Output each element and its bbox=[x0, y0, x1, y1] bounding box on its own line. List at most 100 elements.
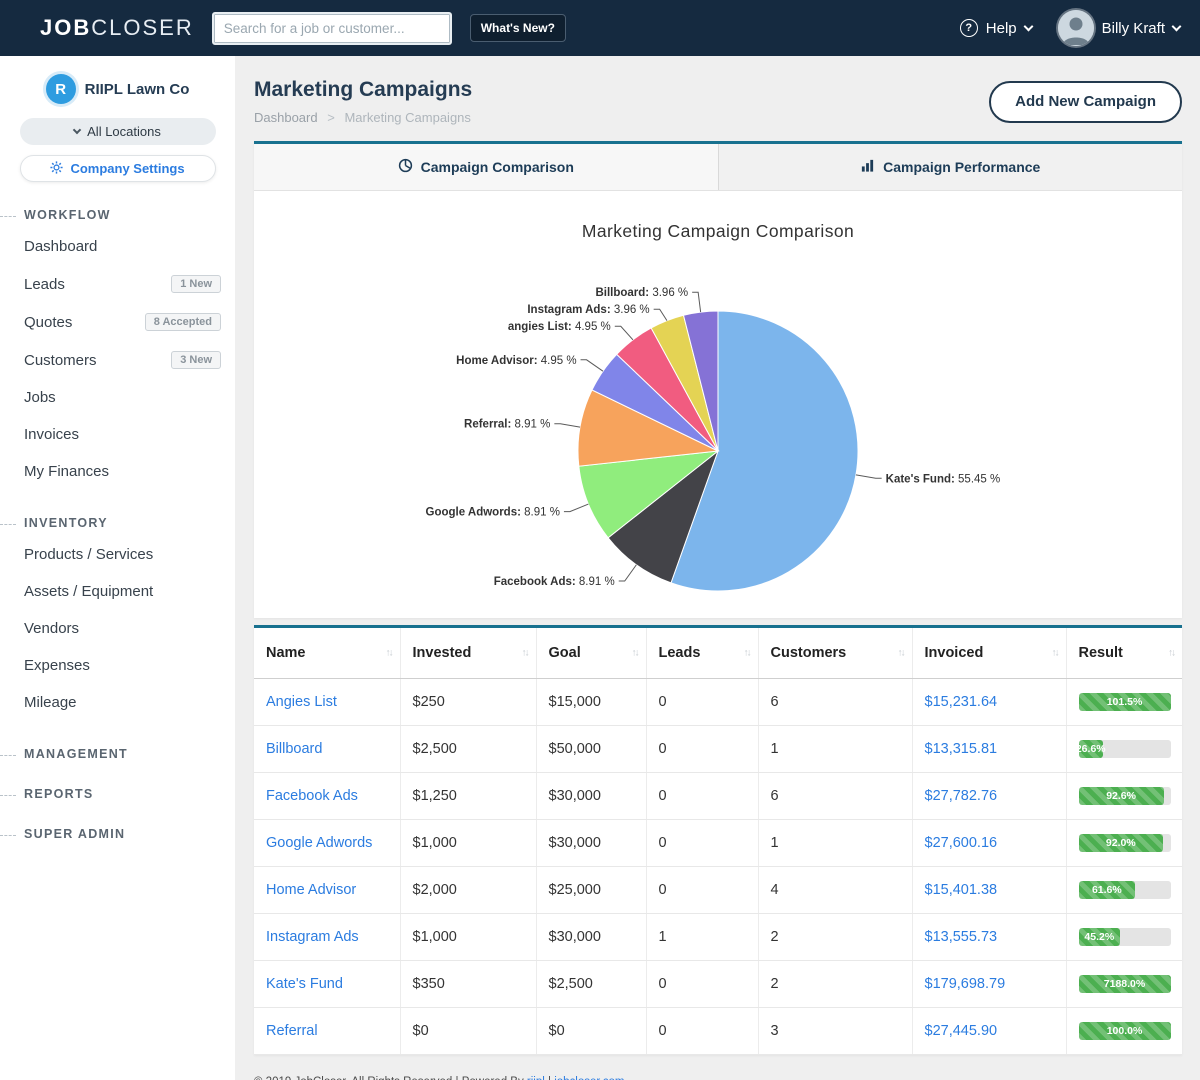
cell-invoiced: $15,231.64 bbox=[912, 679, 1066, 726]
campaign-link-home-advisor[interactable]: Home Advisor bbox=[266, 882, 356, 898]
gear-icon bbox=[50, 161, 63, 177]
breadcrumb-dashboard[interactable]: Dashboard bbox=[254, 110, 318, 125]
status-badge: 8 Accepted bbox=[145, 313, 221, 331]
sidebar-item-quotes[interactable]: Quotes8 Accepted bbox=[0, 303, 235, 341]
invoiced-amount-link[interactable]: $27,600.16 bbox=[925, 835, 998, 851]
column-header-leads[interactable]: Leads ↑↓ bbox=[646, 628, 758, 679]
sidebar-section-super-admin[interactable]: SUPER ADMIN bbox=[0, 827, 235, 841]
invoiced-amount-link[interactable]: $15,401.38 bbox=[925, 882, 998, 898]
table-row: Instagram Ads$1,000$30,00012$13,555.7345… bbox=[254, 914, 1182, 961]
sidebar-item-mileage[interactable]: Mileage bbox=[0, 684, 235, 721]
sidebar-item-dashboard[interactable]: Dashboard bbox=[0, 228, 235, 265]
search-input[interactable] bbox=[212, 12, 452, 45]
cell-invoiced: $27,600.16 bbox=[912, 820, 1066, 867]
pie-label-connector bbox=[654, 309, 667, 320]
all-locations-dropdown[interactable]: All Locations bbox=[20, 118, 216, 145]
campaign-link-kate-s-fund[interactable]: Kate's Fund bbox=[266, 976, 343, 992]
sidebar-item-label: Customers bbox=[24, 352, 97, 369]
cell-invoiced: $179,698.79 bbox=[912, 961, 1066, 1008]
add-new-campaign-button[interactable]: Add New Campaign bbox=[989, 81, 1182, 123]
cell-name: Home Advisor bbox=[254, 867, 400, 914]
column-header-result[interactable]: Result↑↓ bbox=[1066, 628, 1182, 679]
sort-icon[interactable]: ↑↓ bbox=[522, 648, 528, 659]
cell-invested: $0 bbox=[400, 1008, 536, 1055]
sort-icon[interactable]: ↑↓ bbox=[1168, 648, 1174, 659]
sidebar-item-products-services[interactable]: Products / Services bbox=[0, 536, 235, 573]
sort-icon[interactable]: ↑↓ bbox=[386, 648, 392, 659]
result-progress-fill: 100.0% bbox=[1079, 1022, 1171, 1040]
column-header-customers[interactable]: Customers↑↓ bbox=[758, 628, 912, 679]
pie-label-connector bbox=[619, 565, 637, 581]
riipl-link[interactable]: riipl bbox=[527, 1076, 545, 1080]
tab-campaign-comparison[interactable]: Campaign Comparison bbox=[254, 144, 718, 190]
sort-icon[interactable]: ↑↓ bbox=[632, 648, 638, 659]
company-switcher[interactable]: R RIIPL Lawn Co bbox=[0, 74, 235, 104]
campaign-link-google-adwords[interactable]: Google Adwords bbox=[266, 835, 372, 851]
chevron-down-icon bbox=[73, 126, 81, 134]
help-icon: ? bbox=[960, 19, 978, 37]
column-header-invested[interactable]: Invested↑↓ bbox=[400, 628, 536, 679]
campaign-link-facebook-ads[interactable]: Facebook Ads bbox=[266, 788, 358, 804]
sidebar-item-vendors[interactable]: Vendors bbox=[0, 610, 235, 647]
sidebar-item-jobs[interactable]: Jobs bbox=[0, 379, 235, 416]
result-progress-fill: 92.0% bbox=[1079, 834, 1164, 852]
status-badge: 3 New bbox=[171, 351, 221, 369]
invoiced-amount-link[interactable]: $179,698.79 bbox=[925, 976, 1006, 992]
cell-goal: $50,000 bbox=[536, 726, 646, 773]
app-logo[interactable]: JOBCLOSER bbox=[40, 15, 194, 41]
column-header-goal[interactable]: Goal↑↓ bbox=[536, 628, 646, 679]
cell-name: Instagram Ads bbox=[254, 914, 400, 961]
sidebar-section-inventory[interactable]: INVENTORY bbox=[0, 516, 235, 530]
help-label: Help bbox=[986, 20, 1017, 37]
cell-invoiced: $13,315.81 bbox=[912, 726, 1066, 773]
pie-label-angies-list: angies List: 4.95 % bbox=[508, 321, 611, 333]
campaign-link-referral[interactable]: Referral bbox=[266, 1023, 318, 1039]
invoiced-amount-link[interactable]: $27,782.76 bbox=[925, 788, 998, 804]
campaign-link-billboard[interactable]: Billboard bbox=[266, 741, 322, 757]
sort-icon[interactable]: ↑↓ bbox=[898, 648, 904, 659]
cell-customers: 6 bbox=[758, 679, 912, 726]
sidebar-section-reports[interactable]: REPORTS bbox=[0, 787, 235, 801]
sort-icon[interactable]: ↑↓ bbox=[744, 648, 750, 659]
chevron-down-icon bbox=[1172, 21, 1182, 31]
table-row: Referral$0$003$27,445.90100.0% bbox=[254, 1008, 1182, 1055]
sidebar-section-workflow[interactable]: WORKFLOW bbox=[0, 208, 235, 222]
result-progress-fill: 45.2% bbox=[1079, 928, 1121, 946]
campaign-link-angies-list[interactable]: Angies List bbox=[266, 694, 337, 710]
cell-goal: $15,000 bbox=[536, 679, 646, 726]
invoiced-amount-link[interactable]: $27,445.90 bbox=[925, 1023, 998, 1039]
sidebar-item-invoices[interactable]: Invoices bbox=[0, 416, 235, 453]
sidebar-item-assets-equipment[interactable]: Assets / Equipment bbox=[0, 573, 235, 610]
sidebar-item-my-finances[interactable]: My Finances bbox=[0, 453, 235, 490]
campaign-link-instagram-ads[interactable]: Instagram Ads bbox=[266, 929, 359, 945]
campaign-chart-card: Campaign Comparison Campaign Performance… bbox=[254, 141, 1182, 618]
sidebar: R RIIPL Lawn Co All Locations Company bbox=[0, 56, 235, 1080]
help-menu[interactable]: ? Help bbox=[960, 19, 1032, 37]
column-header-name[interactable]: Name↑↓ bbox=[254, 628, 400, 679]
invoiced-amount-link[interactable]: $15,231.64 bbox=[925, 694, 998, 710]
sidebar-item-leads[interactable]: Leads1 New bbox=[0, 265, 235, 303]
company-settings-button[interactable]: Company Settings bbox=[20, 155, 216, 182]
result-progress-bar: 92.6% bbox=[1079, 787, 1171, 805]
invoiced-amount-link[interactable]: $13,315.81 bbox=[925, 741, 998, 757]
pie-label-connector bbox=[581, 360, 603, 371]
sidebar-item-label: Mileage bbox=[24, 694, 77, 711]
pie-label-facebook-ads: Facebook Ads: 8.91 % bbox=[494, 576, 615, 588]
column-label: Leads bbox=[659, 645, 701, 661]
sort-icon[interactable]: ↑↓ bbox=[1052, 648, 1058, 659]
page-title: Marketing Campaigns bbox=[254, 78, 472, 102]
all-locations-label: All Locations bbox=[87, 124, 161, 139]
jobcloser-link[interactable]: jobcloser.com bbox=[554, 1076, 624, 1080]
cell-result: 26.6% bbox=[1066, 726, 1182, 773]
cell-invested: $2,500 bbox=[400, 726, 536, 773]
user-menu[interactable]: Billy Kraft bbox=[1058, 10, 1180, 46]
invoiced-amount-link[interactable]: $13,555.73 bbox=[925, 929, 998, 945]
sidebar-item-customers[interactable]: Customers 3 New bbox=[0, 341, 235, 379]
whats-new-button[interactable]: What's New? bbox=[470, 14, 566, 42]
tab-campaign-performance[interactable]: Campaign Performance bbox=[718, 144, 1183, 190]
column-header-invoiced[interactable]: Invoiced↑↓ bbox=[912, 628, 1066, 679]
pie-chart-icon bbox=[398, 158, 413, 176]
sidebar-section-management[interactable]: MANAGEMENT bbox=[0, 747, 235, 761]
status-badge: 1 New bbox=[171, 275, 221, 293]
sidebar-item-expenses[interactable]: Expenses bbox=[0, 647, 235, 684]
